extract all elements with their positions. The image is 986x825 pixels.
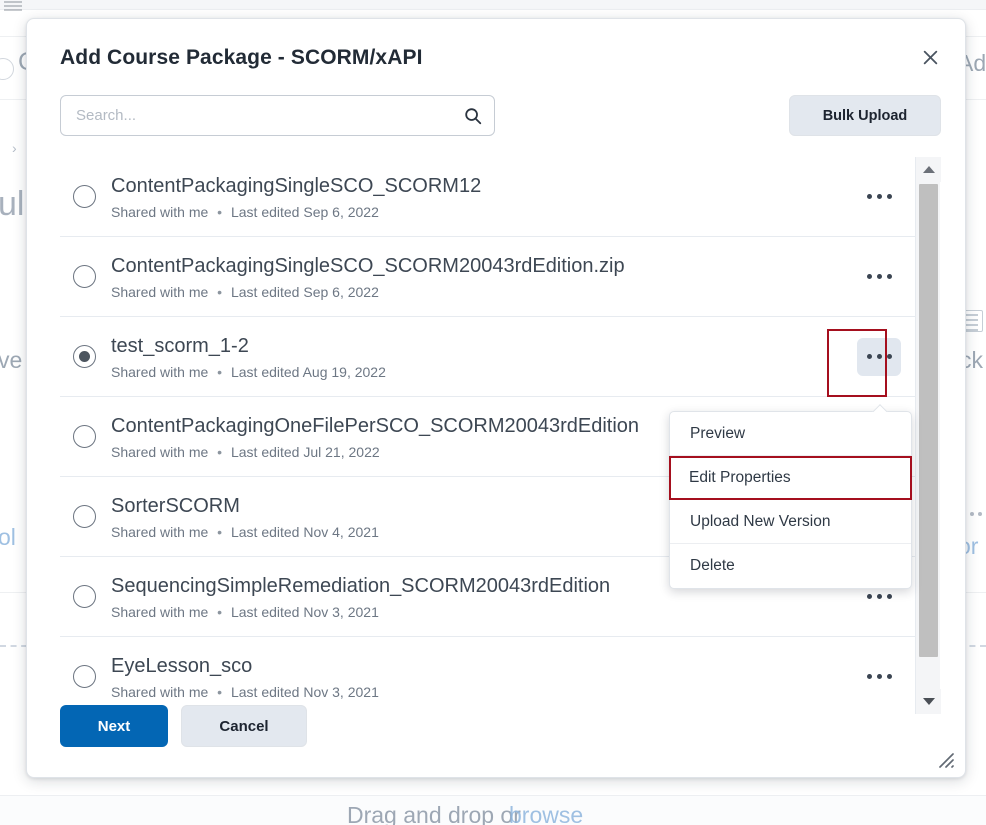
package-name: ContentPackagingSingleSCO_SCORM20043rdEd… <box>111 255 625 277</box>
package-meta: Shared with me • Last edited Sep 6, 2022 <box>111 204 857 220</box>
row-radio-button[interactable] <box>73 505 96 528</box>
shared-label: Shared with me <box>111 604 209 620</box>
shared-label: Shared with me <box>111 364 209 380</box>
search-input[interactable] <box>60 95 495 136</box>
package-name: test_scorm_1-2 <box>111 335 249 357</box>
row-radio-button[interactable] <box>73 585 96 608</box>
screen-root: › C Ad ul ve ck ol or Drag and drop or b… <box>0 0 986 825</box>
list-scrollbar[interactable] <box>915 157 941 714</box>
meta-separator: • <box>217 284 223 300</box>
package-meta: Shared with me • Last edited Sep 6, 2022 <box>111 284 857 300</box>
background-fragment: ul <box>0 185 25 223</box>
shared-label: Shared with me <box>111 524 209 540</box>
row-context-menu: Preview Edit Properties Upload New Versi… <box>669 411 912 589</box>
row-radio-button[interactable] <box>73 665 96 688</box>
context-menu-item-upload-new-version[interactable]: Upload New Version <box>670 500 911 544</box>
last-edited-label: Last edited Nov 3, 2021 <box>230 604 379 620</box>
dialog-footer: Next Cancel <box>60 705 307 747</box>
row-options-button[interactable] <box>857 178 901 216</box>
table-row[interactable]: EyeLesson_sco Shared with me • Last edit… <box>60 637 915 714</box>
last-edited-label: Last edited Nov 3, 2021 <box>230 684 379 700</box>
row-text-group: test_scorm_1-2 Shared with me • Last edi… <box>111 333 857 380</box>
context-menu-item-delete[interactable]: Delete <box>670 544 911 588</box>
scrollbar-thumb[interactable] <box>919 184 938 657</box>
context-menu-item-edit-properties[interactable]: Edit Properties <box>669 456 912 500</box>
row-options-button[interactable] <box>857 258 901 296</box>
meta-separator: • <box>217 364 223 380</box>
row-options-button[interactable] <box>857 658 901 696</box>
dialog-title: Add Course Package - SCORM/xAPI <box>60 46 423 69</box>
background-topbar <box>0 0 986 10</box>
last-edited-label: Last edited Aug 19, 2022 <box>230 364 386 380</box>
search-icon[interactable] <box>459 102 487 129</box>
row-radio-button[interactable] <box>73 425 96 448</box>
row-radio-button-selected[interactable] <box>73 345 96 368</box>
shared-label: Shared with me <box>111 284 209 300</box>
meta-separator: • <box>217 444 223 460</box>
package-name: EyeLesson_sco <box>111 655 253 677</box>
meta-separator: • <box>217 524 223 540</box>
meta-separator: • <box>217 604 223 620</box>
resize-handle-icon[interactable] <box>935 749 955 769</box>
hamburger-menu-icon <box>4 1 22 11</box>
background-circle-icon <box>0 58 14 80</box>
dropzone-text: Drag and drop or <box>347 802 521 825</box>
row-radio-button[interactable] <box>73 185 96 208</box>
scroll-down-arrow-icon[interactable] <box>916 689 941 714</box>
last-edited-label: Last edited Sep 6, 2022 <box>230 204 379 220</box>
close-icon[interactable] <box>913 40 947 74</box>
add-course-package-dialog: Add Course Package - SCORM/xAPI Bulk Upl <box>26 18 966 778</box>
last-edited-label: Last edited Jul 21, 2022 <box>230 444 380 460</box>
row-radio-button[interactable] <box>73 265 96 288</box>
dialog-toolbar: Bulk Upload <box>27 95 965 157</box>
meta-separator: • <box>217 684 223 700</box>
row-text-group: EyeLesson_sco Shared with me • Last edit… <box>111 653 857 700</box>
package-name: ContentPackagingSingleSCO_SCORM12 <box>111 175 482 197</box>
last-edited-label: Last edited Nov 4, 2021 <box>230 524 379 540</box>
bulk-upload-button[interactable]: Bulk Upload <box>789 95 941 136</box>
package-meta: Shared with me • Last edited Nov 3, 2021 <box>111 604 857 620</box>
search-field-wrapper <box>60 95 495 136</box>
package-meta: Shared with me • Last edited Nov 3, 2021 <box>111 684 857 700</box>
chevron-right-icon: › <box>12 140 17 156</box>
background-fragment: ol <box>0 524 16 550</box>
next-button[interactable]: Next <box>60 705 168 747</box>
shared-label: Shared with me <box>111 204 209 220</box>
table-row[interactable]: ContentPackagingSingleSCO_SCORM12 Shared… <box>60 157 915 237</box>
package-meta: Shared with me • Last edited Aug 19, 202… <box>111 364 857 380</box>
row-text-group: ContentPackagingSingleSCO_SCORM20043rdEd… <box>111 253 857 300</box>
dialog-header: Add Course Package - SCORM/xAPI <box>27 19 965 95</box>
last-edited-label: Last edited Sep 6, 2022 <box>230 284 379 300</box>
table-row[interactable]: ContentPackagingSingleSCO_SCORM20043rdEd… <box>60 237 915 317</box>
background-fragment: ve <box>0 347 23 373</box>
meta-separator: • <box>217 204 223 220</box>
shared-label: Shared with me <box>111 684 209 700</box>
dropzone-browse-link[interactable]: browse <box>509 802 583 825</box>
scroll-up-arrow-icon[interactable] <box>916 157 941 182</box>
row-options-button-active[interactable] <box>857 337 901 376</box>
table-row-selected[interactable]: test_scorm_1-2 Shared with me • Last edi… <box>60 317 915 397</box>
shared-label: Shared with me <box>111 444 209 460</box>
context-menu-item-preview[interactable]: Preview <box>670 412 911 456</box>
context-menu-caret-icon <box>871 403 889 412</box>
cancel-button[interactable]: Cancel <box>181 705 307 747</box>
row-text-group: ContentPackagingSingleSCO_SCORM12 Shared… <box>111 173 857 220</box>
